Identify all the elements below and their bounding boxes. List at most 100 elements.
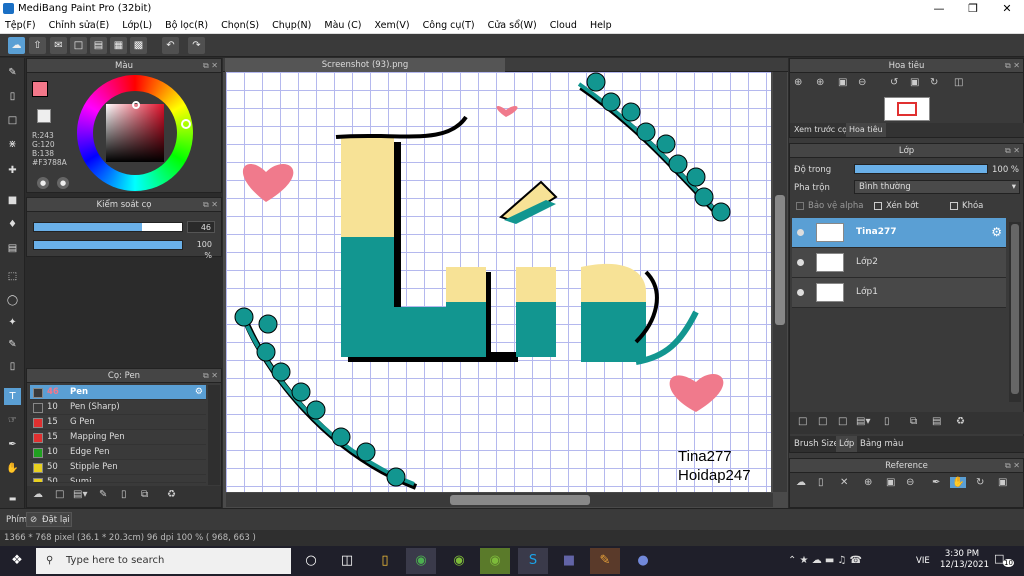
tab-brush-preview[interactable]: Xem trước cọ (794, 123, 847, 137)
zoom-out-icon[interactable]: ⊖ (906, 477, 914, 488)
chrome-icon[interactable]: ◉ (406, 548, 436, 574)
document-icon[interactable]: ▤ (90, 37, 107, 54)
menu-color[interactable]: Màu (C) (319, 17, 366, 31)
menu-edit[interactable]: Chỉnh sửa(E) (44, 17, 115, 31)
text-tool-icon[interactable]: T (4, 388, 21, 405)
skype-icon[interactable]: S (518, 548, 548, 574)
menu-view[interactable]: Xem(V) (370, 17, 415, 31)
comment-icon[interactable]: ✉ (50, 37, 67, 54)
add-brush-icon[interactable]: ☁ (33, 489, 43, 500)
select-pen-icon[interactable]: ✎ (4, 336, 21, 353)
menu-select[interactable]: Chọn(S) (216, 17, 264, 31)
fullscreen-icon[interactable]: ▣ (998, 477, 1007, 488)
eyedropper-icon[interactable]: ✒ (932, 477, 940, 488)
rectangle-tool-icon[interactable]: □ (4, 112, 21, 129)
tab-navigator[interactable]: Hoa tiêu (846, 123, 886, 137)
minimize-button[interactable]: — (922, 0, 956, 17)
visibility-icon[interactable] (797, 289, 804, 296)
eyedropper-icon[interactable]: ✒ (4, 436, 21, 453)
brush-scrollbar[interactable] (208, 385, 220, 485)
tab-layer[interactable]: Lớp (836, 436, 858, 452)
menu-tools[interactable]: Công cụ(T) (418, 17, 480, 31)
background-color-swatch[interactable] (37, 109, 51, 123)
fill-rect-tool-icon[interactable]: ■ (4, 192, 21, 209)
merge-layer-icon[interactable]: ▤ (932, 416, 941, 427)
language-indicator[interactable]: VIE (916, 556, 930, 566)
layer-row[interactable]: Lớp1 (792, 278, 1006, 308)
bucket-tool-icon[interactable]: ♦ (4, 216, 21, 233)
drawing-canvas[interactable]: Tina277 Hoidap247 (226, 72, 771, 492)
actual-size-icon[interactable]: ⊖ (858, 77, 866, 88)
layer-row[interactable]: Lớp2 (792, 248, 1006, 278)
magic-wand-icon[interactable]: ✦ (4, 314, 21, 331)
trash-icon[interactable]: ♻ (167, 489, 176, 500)
brush-item[interactable]: 15 Mapping Pen (30, 430, 206, 445)
brush-opacity-slider[interactable] (33, 240, 183, 250)
menu-snap[interactable]: Chụp(N) (267, 17, 316, 31)
brush-tool-icon[interactable]: ✎ (4, 64, 21, 81)
redo-icon[interactable]: ↷ (188, 37, 205, 54)
palette-icon[interactable]: ● (37, 177, 49, 189)
close-button[interactable]: ✕ (990, 0, 1024, 17)
new-brush-icon[interactable]: □ (55, 489, 64, 500)
gear-icon[interactable]: ⚙ (991, 225, 1002, 239)
duplicate-layer-icon[interactable]: ⧉ (910, 416, 917, 427)
gear-icon[interactable]: ⚙ (195, 385, 203, 400)
operation-tool-icon[interactable]: ☞ (4, 412, 21, 429)
menu-window[interactable]: Cửa sổ(W) (483, 17, 542, 31)
rotate-left-icon[interactable]: ↺ (890, 77, 898, 88)
clipping-checkbox[interactable] (874, 202, 882, 210)
menu-help[interactable]: Help (585, 17, 617, 31)
zoom-in-icon[interactable]: ⊕ (864, 477, 872, 488)
layer-scrollbar[interactable] (1009, 222, 1021, 402)
layer-menu-icon[interactable]: ▤▾ (856, 416, 870, 427)
folder-icon[interactable]: ▯ (818, 477, 824, 488)
reset-button[interactable]: ⊘ Đặt lại (26, 512, 72, 527)
foreground-color-swatch[interactable] (32, 81, 48, 97)
brush-size-value[interactable]: 46 (187, 221, 215, 233)
flip-icon[interactable]: ◫ (954, 77, 963, 88)
duplicate-icon[interactable]: ⧉ (141, 489, 148, 500)
cortana-icon[interactable]: ○ (296, 548, 326, 574)
protect-alpha-checkbox[interactable] (796, 202, 804, 210)
swap-colors-icon[interactable]: ● (57, 177, 69, 189)
zoom-in-icon[interactable]: ⊕ (816, 77, 824, 88)
saturation-square[interactable] (106, 104, 164, 162)
windows-start-icon[interactable]: ❖ (2, 548, 32, 574)
edit-brush-icon[interactable]: ✎ (99, 489, 107, 500)
upload-icon[interactable]: ⇧ (29, 37, 46, 54)
visibility-icon[interactable] (797, 229, 804, 236)
eraser-tool-icon[interactable]: ▯ (4, 88, 21, 105)
discord-icon[interactable]: ● (628, 548, 658, 574)
new-layer-icon[interactable]: □ (798, 416, 807, 427)
teams-icon[interactable]: ■ (554, 548, 584, 574)
hand-icon[interactable]: ✋ (950, 477, 967, 488)
delete-layer-icon[interactable]: ♻ (956, 416, 965, 427)
document-tab[interactable]: Screenshot (93).png (225, 58, 505, 72)
cloud-icon[interactable]: ☁ (796, 477, 806, 488)
cloud-icon[interactable]: ☁ (8, 37, 25, 54)
close-icon[interactable]: ✕ (840, 477, 848, 488)
brush-menu-icon[interactable]: ▤▾ (73, 489, 87, 500)
tiles-icon[interactable]: ▩ (130, 37, 147, 54)
fit-icon[interactable]: ▣ (838, 77, 847, 88)
vertical-scroll-thumb[interactable] (775, 195, 785, 325)
system-tray-icons[interactable]: ⌃ ★ ☁ ▬ ♫ ☎ (788, 555, 862, 566)
search-box[interactable]: ⚲ Type here to search (36, 548, 291, 574)
brush-item[interactable]: 50 Sumi (30, 475, 206, 483)
fit-icon[interactable]: ▣ (886, 477, 895, 488)
select-tool-icon[interactable]: ⬚ (4, 268, 21, 285)
layer-opacity-slider[interactable] (854, 164, 988, 174)
visibility-icon[interactable] (797, 259, 804, 266)
horizontal-scroll-thumb[interactable] (450, 495, 590, 505)
tab-palette[interactable]: Bảng màu (860, 436, 903, 452)
rotate-right-icon[interactable]: ↻ (930, 77, 938, 88)
task-view-icon[interactable]: ◫ (332, 548, 362, 574)
dot-tool-icon[interactable]: ⋇ (4, 136, 21, 153)
maximize-button[interactable]: ❐ (956, 0, 990, 17)
app-icon-leaf[interactable]: ◉ (480, 548, 510, 574)
clock[interactable]: 3:30 PM 12/13/2021 (940, 549, 989, 571)
rotate-icon[interactable]: ↻ (976, 477, 984, 488)
folder-icon[interactable]: ▯ (121, 489, 127, 500)
layer-folder-icon[interactable]: ▯ (884, 416, 890, 427)
